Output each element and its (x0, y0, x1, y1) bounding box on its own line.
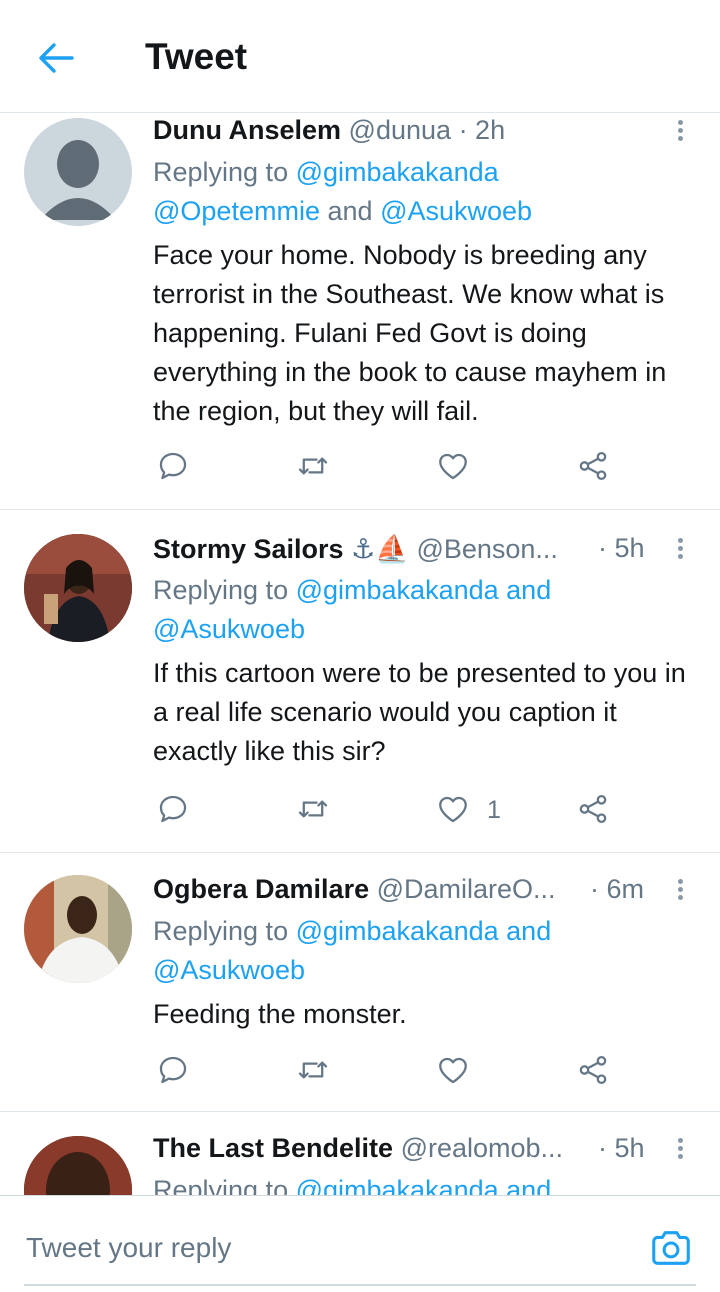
more-icon[interactable] (670, 535, 690, 565)
replying-to: Replying to @gimbakakanda and @Asukwoeb (153, 916, 552, 985)
share-icon[interactable] (576, 1053, 616, 1093)
reply-input[interactable]: Tweet your reply (26, 1232, 231, 1264)
tweet-header: Ogbera Damilare @DamilareO... (153, 874, 590, 905)
back-arrow-icon[interactable] (34, 36, 78, 80)
retweet-icon[interactable] (296, 449, 336, 489)
name-emoji: ⚓⛵ (351, 534, 409, 564)
tweet-actions: 1 (153, 792, 623, 832)
author-name[interactable]: The Last Bendelite (153, 1133, 393, 1163)
author-handle[interactable]: @Benson... (416, 534, 558, 564)
more-icon[interactable] (670, 117, 690, 147)
retweet-icon[interactable] (296, 792, 336, 832)
top-bar: Tweet (0, 0, 720, 113)
mention-link[interactable]: @gimbakakanda (296, 575, 499, 605)
tweet-card[interactable]: Ogbera Damilare @DamilareO... · 6m Reply… (0, 853, 720, 1112)
author-handle[interactable]: @realomob... (401, 1133, 563, 1163)
author-name[interactable]: Dunu Anselem (153, 115, 341, 145)
tweet-actions (153, 1053, 623, 1093)
tweet-card[interactable]: The Last Bendelite @realomob... · 5h Rep… (0, 1112, 720, 1195)
mention-link[interactable]: @gimbakakanda (296, 916, 499, 946)
reply-icon[interactable] (156, 1053, 196, 1093)
avatar[interactable] (24, 1136, 132, 1195)
tweet-header: Dunu Anselem @dunua · 2h (153, 115, 650, 146)
like-icon[interactable] (436, 449, 476, 489)
author-handle[interactable]: @dunua (349, 115, 452, 145)
reply-icon[interactable] (156, 792, 196, 832)
mention-link[interactable]: @gimbakakanda (296, 157, 499, 187)
reply-icon[interactable] (156, 449, 196, 489)
mention-link[interactable]: @Asukwoeb (380, 196, 532, 226)
avatar[interactable] (24, 534, 132, 642)
like-icon[interactable] (436, 1053, 476, 1093)
avatar[interactable] (24, 118, 132, 226)
author-name[interactable]: Stormy Sailors (153, 534, 344, 564)
tweet-text: Feeding the monster. (153, 999, 407, 1029)
replying-to: Replying to @gimbakakanda and @Asukwoeb (153, 575, 552, 644)
tweet-card[interactable]: Stormy Sailors ⚓⛵ @Benson... · 5h Replyi… (0, 510, 720, 853)
timestamp: · 5h (598, 533, 645, 563)
tweet-header: Stormy Sailors ⚓⛵ @Benson... (153, 533, 610, 565)
more-icon[interactable] (670, 876, 690, 906)
tweet-header: The Last Bendelite @realomob... (153, 1133, 610, 1164)
like-count: 1 (487, 796, 501, 824)
tweet-card[interactable]: Dunu Anselem @dunua · 2h Replying to @gi… (0, 113, 720, 510)
author-name[interactable]: Ogbera Damilare (153, 874, 369, 904)
timestamp: · 6m (590, 874, 644, 904)
avatar[interactable] (24, 875, 132, 983)
input-underline (24, 1284, 696, 1286)
share-icon[interactable] (576, 792, 616, 832)
tweet-text: If this cartoon were to be presented to … (153, 658, 686, 766)
replying-to: Replying to @gimbakakanda and (153, 1171, 693, 1195)
reply-composer: Tweet your reply (0, 1195, 720, 1292)
like-icon[interactable] (436, 792, 476, 832)
tweet-text: Face your home. Nobody is breeding any t… (153, 240, 667, 426)
tweet-actions (153, 449, 623, 489)
reply-feed: Dunu Anselem @dunua · 2h Replying to @gi… (0, 113, 720, 1195)
author-handle[interactable]: @DamilareO... (377, 874, 556, 904)
timestamp: · 2h (458, 115, 506, 145)
share-icon[interactable] (576, 449, 616, 489)
page-title: Tweet (145, 36, 248, 77)
mention-link[interactable]: @Asukwoeb (153, 955, 305, 985)
more-icon[interactable] (670, 1135, 690, 1165)
mention-link[interactable]: @Opetemmie (153, 196, 320, 226)
camera-icon[interactable] (648, 1225, 694, 1271)
mention-link[interactable]: @Asukwoeb (153, 614, 305, 644)
retweet-icon[interactable] (296, 1053, 336, 1093)
replying-to: Replying to @gimbakakanda @Opetemmie and… (153, 157, 533, 226)
timestamp: · 5h (598, 1133, 645, 1163)
mention-link[interactable]: @gimbakakanda (296, 1175, 499, 1195)
